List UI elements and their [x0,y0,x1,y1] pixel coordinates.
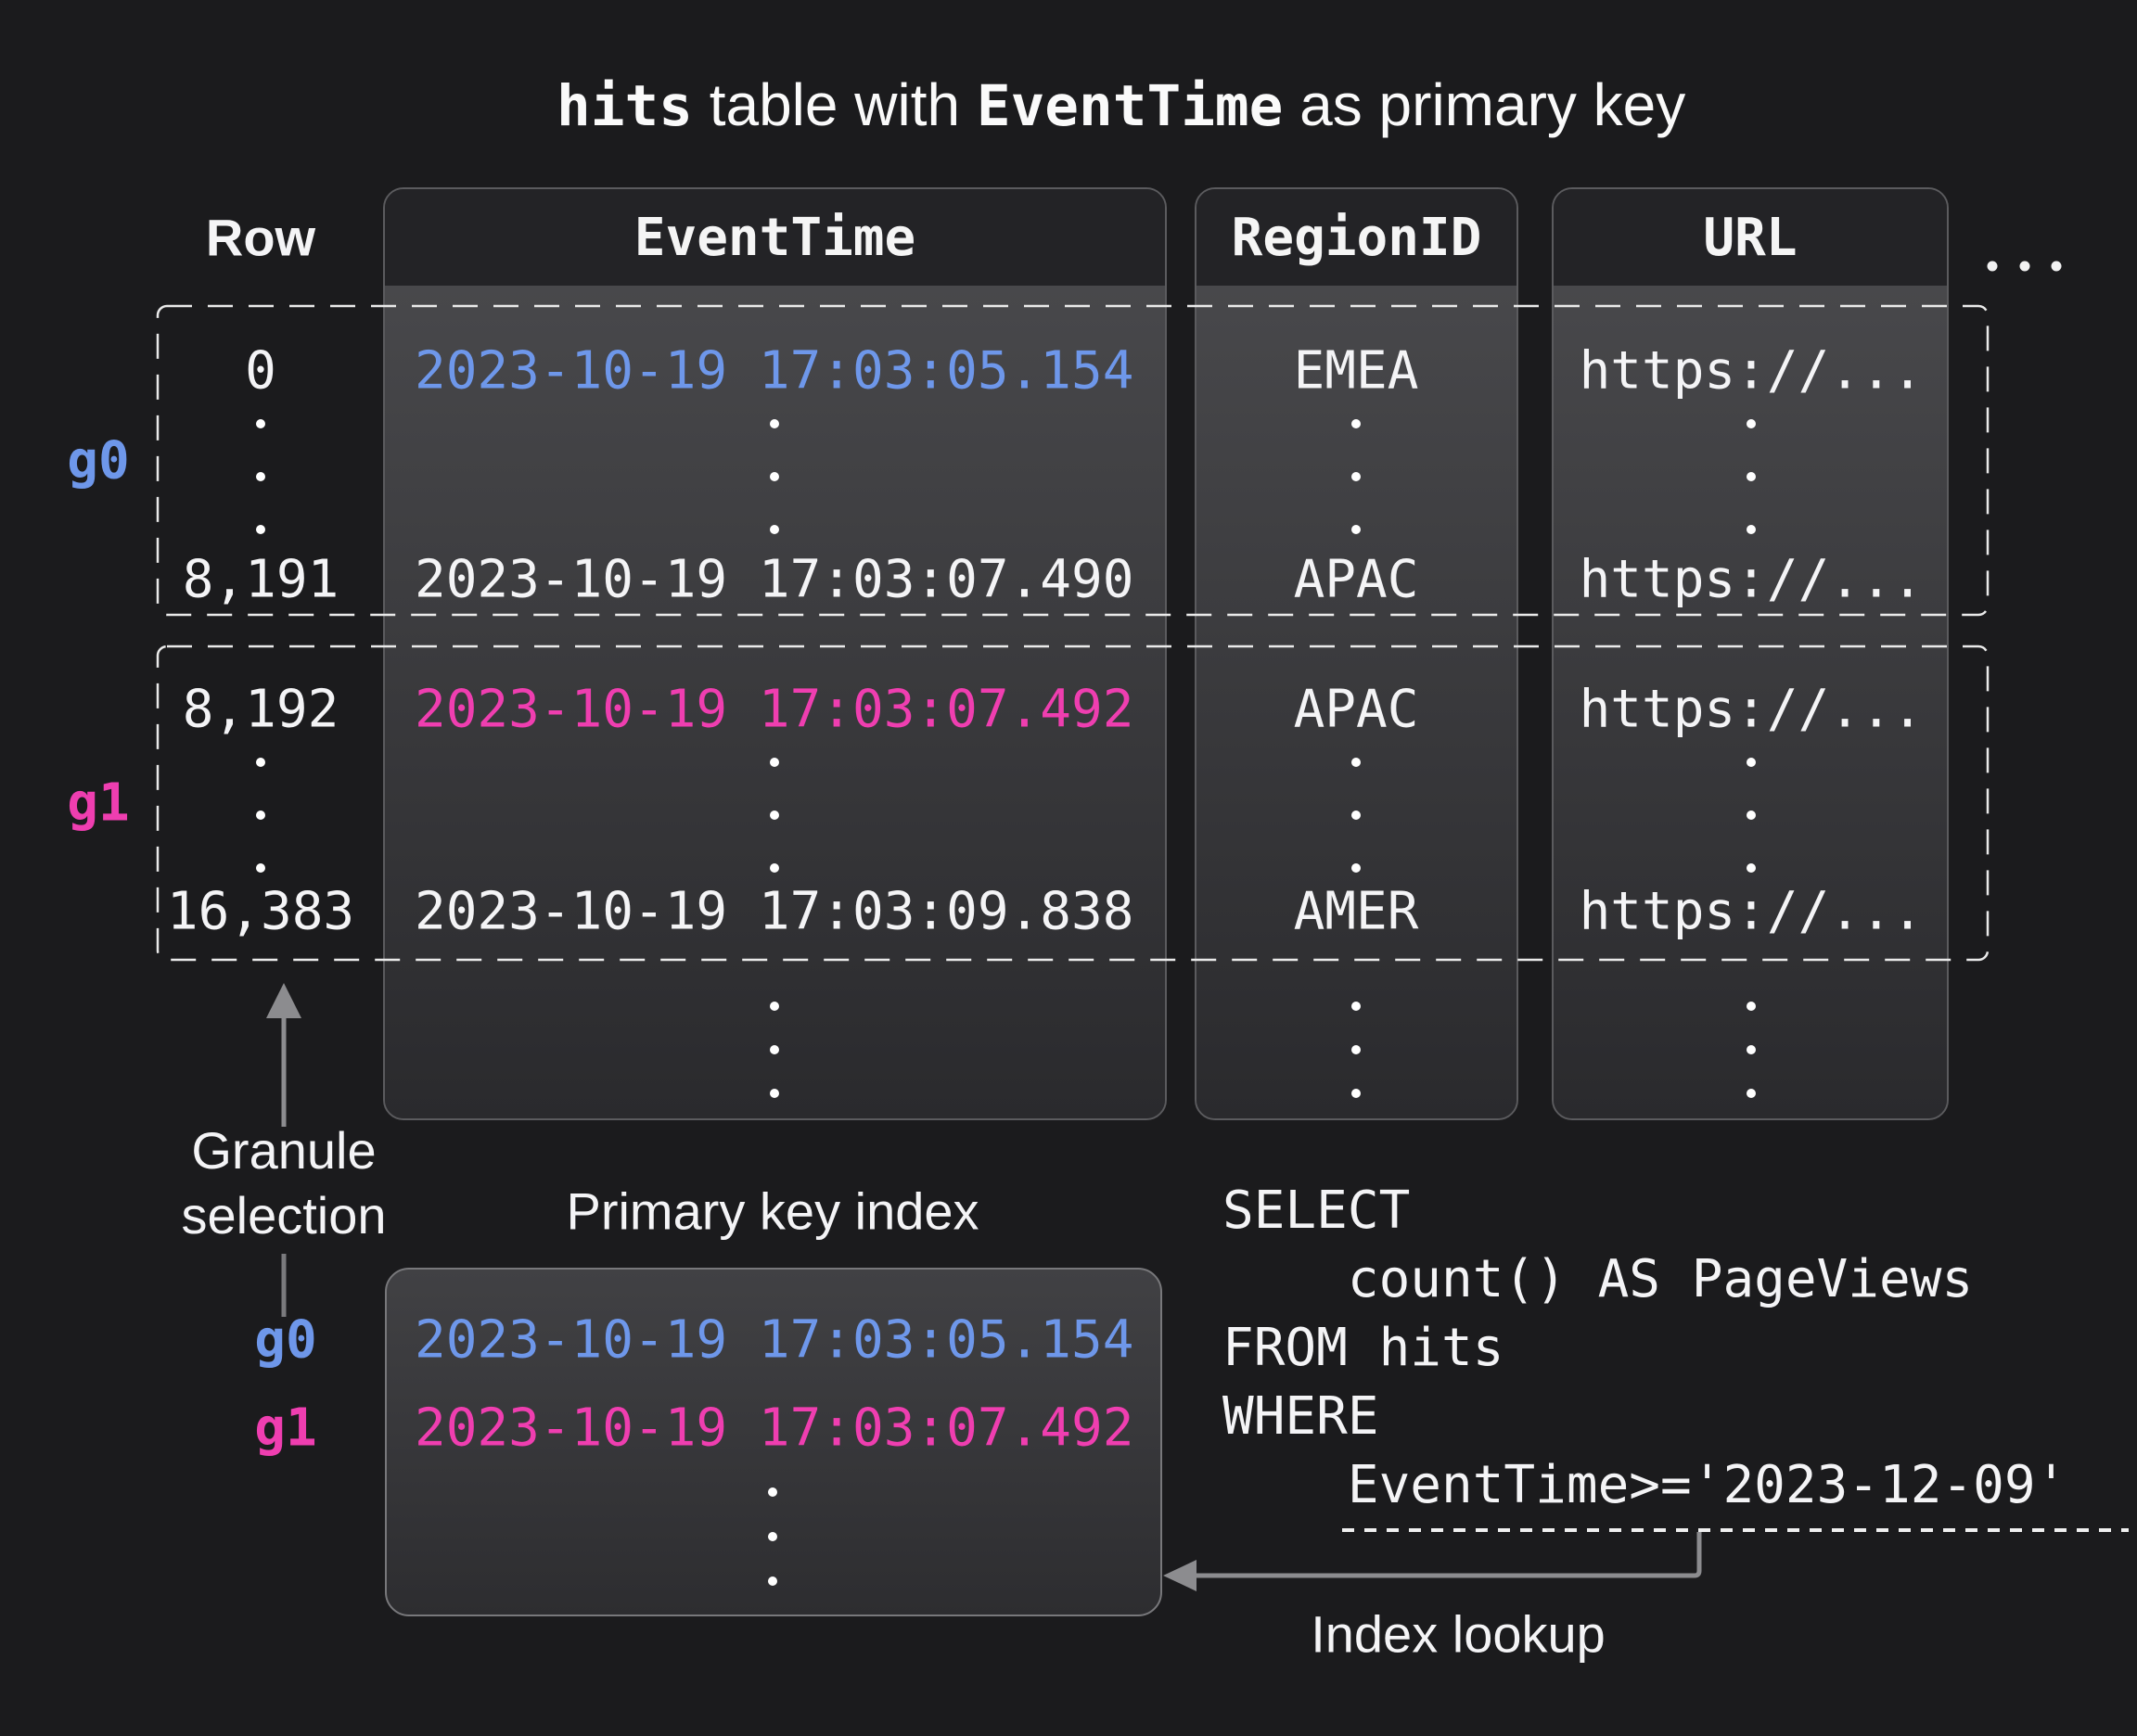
regionid-value: EMEA [1294,341,1419,402]
column-url: URL [1552,187,1949,1120]
ellipsis-dot [1351,1045,1361,1054]
index-lookup-label: Index lookup [1311,1604,1606,1665]
ellipsis-dot [1747,811,1756,820]
title-suffix-text: as primary key [1283,71,1685,138]
ellipsis-dot [770,1045,779,1054]
row-number: 16,383 [167,882,354,942]
ellipsis-dot [1351,863,1361,873]
ellipsis-dot [1351,419,1361,428]
ellipsis-dot [256,525,265,534]
ellipsis-dot [770,472,779,481]
ellipsis-dot [256,811,265,820]
sql-line: WHERE [1222,1383,2067,1451]
index-lookup-arrow-icon [1163,1532,1699,1591]
ellipsis-dot [770,1089,779,1098]
column-header-url: URL [1554,189,1947,286]
column-regionid: RegionID [1195,187,1518,1120]
url-value: https://... [1580,882,1924,942]
diagram-canvas: hits table with EventTime as primary key… [0,0,2137,1736]
sql-line: FROM hits [1222,1314,2067,1383]
granule-selection-label: Granule selection [135,1118,432,1248]
ellipsis-dot [770,525,779,534]
ellipsis-dot [1351,1002,1361,1011]
ellipsis-dot [768,1487,777,1497]
sql-line: EventTime>='2023-12-09' [1222,1451,2067,1520]
ellipsis-dot [1351,811,1361,820]
title-key-column: EventTime [977,73,1284,139]
ellipsis-dot [770,1002,779,1011]
ellipsis-dot [1351,472,1361,481]
url-value: https://... [1580,341,1924,402]
pk-entry-g0-label: g0 [254,1310,316,1371]
regionid-value: APAC [1294,680,1419,740]
title-table-name: hits [557,73,693,139]
ellipsis-dot [1351,1089,1361,1098]
ellipsis-dot [770,863,779,873]
regionid-value: AMER [1294,882,1419,942]
ellipsis-dot [256,863,265,873]
row-number: 0 [245,341,276,402]
row-number: 8,192 [183,680,339,740]
url-value: https://... [1580,550,1924,610]
eventtime-value: 2023-10-19 17:03:09.838 [415,882,1133,942]
ellipsis-dot [256,758,265,767]
primary-key-index-title: Primary key index [566,1181,979,1242]
granule-g1-label: g1 [67,773,129,834]
eventtime-value: 2023-10-19 17:03:07.492 [415,680,1133,740]
sql-line: count() AS PageViews [1222,1245,2067,1314]
ellipsis-dot [1351,525,1361,534]
column-eventtime: EventTime [383,187,1167,1120]
ellipsis-dot [1351,758,1361,767]
regionid-value: APAC [1294,550,1419,610]
pk-entry-g1-label: g1 [254,1398,316,1459]
pk-entry-g0-value: 2023-10-19 17:03:05.154 [415,1310,1133,1371]
ellipsis-dot [770,758,779,767]
diagram-title: hits table with EventTime as primary key [557,70,1685,139]
column-header-regionid: RegionID [1196,189,1516,286]
row-column-header: Row [206,208,315,268]
sql-line: SELECT [1222,1177,2067,1245]
pk-entry-g1-value: 2023-10-19 17:03:07.492 [415,1398,1133,1459]
ellipsis-dot [770,811,779,820]
ellipsis-dot [768,1532,777,1541]
ellipsis-dot [1747,419,1756,428]
row-number: 8,191 [183,550,339,610]
ellipsis-dot [770,419,779,428]
ellipsis-dot [1747,1089,1756,1098]
eventtime-value: 2023-10-19 17:03:05.154 [415,341,1133,402]
title-middle-text: table with [693,71,977,138]
ellipsis-dot [1747,525,1756,534]
column-header-eventtime: EventTime [385,189,1165,286]
granule-g0-label: g0 [67,431,129,491]
ellipsis-dot [1747,1045,1756,1054]
more-columns-ellipsis [1988,262,2062,272]
ellipsis-dot [1747,863,1756,873]
ellipsis-dot [1747,472,1756,481]
sql-query: SELECT count() AS PageViewsFROM hitsWHER… [1222,1177,2067,1520]
eventtime-value: 2023-10-19 17:03:07.490 [415,550,1133,610]
ellipsis-dot [768,1576,777,1586]
ellipsis-dot [256,419,265,428]
ellipsis-dot [256,472,265,481]
ellipsis-dot [1747,1002,1756,1011]
url-value: https://... [1580,680,1924,740]
ellipsis-dot [1747,758,1756,767]
